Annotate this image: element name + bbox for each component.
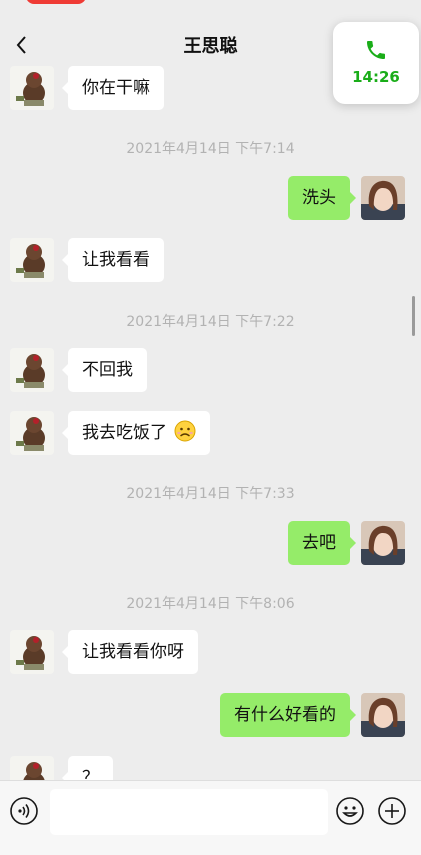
status-bar	[0, 0, 421, 24]
received-message-bubble[interactable]: 我去吃饭了	[61, 411, 211, 455]
received-message-bubble[interactable]: ？	[62, 756, 113, 780]
message-text: 我去吃饭了	[82, 423, 167, 443]
contact-avatar[interactable]	[10, 66, 54, 110]
plus-icon[interactable]	[377, 796, 407, 826]
my-avatar[interactable]	[361, 521, 405, 565]
call-duration: 14:26	[352, 68, 400, 86]
contact-avatar[interactable]	[10, 411, 54, 455]
received-message-bubble[interactable]: 不回我	[62, 348, 147, 392]
message-timestamp: 2021年4月14日 下午8:06	[126, 596, 295, 612]
received-message-bubble[interactable]: 让我看看你呀	[62, 630, 198, 674]
contact-avatar[interactable]	[10, 630, 54, 674]
voice-icon[interactable]	[9, 796, 39, 826]
sent-message-bubble[interactable]: 去吧	[288, 521, 356, 565]
contact-avatar[interactable]	[10, 756, 54, 780]
received-message-bubble[interactable]: 让我看看	[62, 238, 164, 282]
my-avatar[interactable]	[361, 176, 405, 220]
scrollbar[interactable]	[412, 296, 415, 336]
message-input[interactable]	[50, 789, 328, 835]
message-timestamp: 2021年4月14日 下午7:33	[126, 486, 295, 502]
received-message-bubble[interactable]: 你在干嘛	[62, 66, 164, 110]
phone-icon	[367, 41, 385, 59]
contact-avatar[interactable]	[10, 348, 54, 392]
call-status-pill[interactable]	[26, 0, 86, 4]
message-list[interactable]: 你在干嘛 2021年4月14日 下午7:14 洗头 让我看看 2021年4月14…	[0, 66, 421, 780]
voice-call-float-window[interactable]: 14:26	[333, 22, 419, 104]
message-timestamp: 2021年4月14日 下午7:22	[126, 314, 295, 330]
frowning-face-icon	[174, 420, 196, 442]
contact-avatar[interactable]	[10, 238, 54, 282]
my-avatar[interactable]	[361, 693, 405, 737]
sent-message-bubble[interactable]: 有什么好看的	[220, 693, 356, 737]
input-toolbar	[0, 780, 421, 855]
emoji-icon[interactable]	[335, 796, 365, 826]
message-timestamp: 2021年4月14日 下午7:14	[126, 141, 295, 157]
sent-message-bubble[interactable]: 洗头	[288, 176, 356, 220]
